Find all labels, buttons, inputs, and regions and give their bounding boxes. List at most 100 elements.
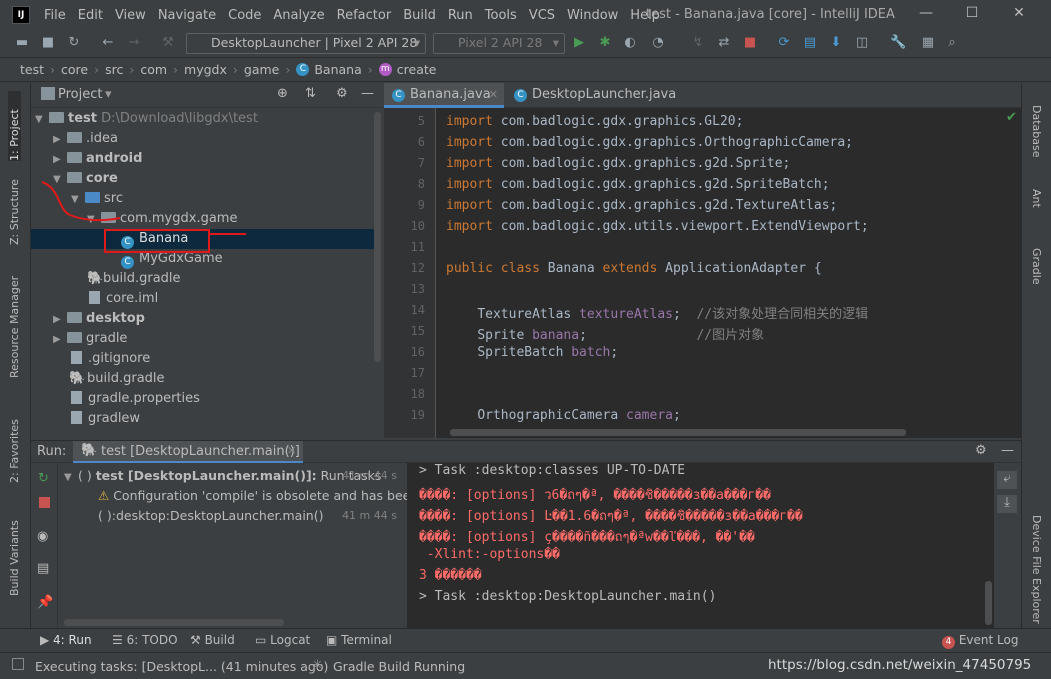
tool-window-structure[interactable]: Z: Structure (8, 175, 21, 245)
tool-window-ant[interactable]: Ant (1030, 189, 1043, 219)
tool-tab-run[interactable]: ▶ 4: Run (40, 633, 92, 647)
breadcrumb-com[interactable]: com (140, 62, 167, 77)
avd-manager-icon[interactable]: ▤ (802, 35, 818, 51)
menu-refactor[interactable]: Refactor (331, 8, 398, 23)
status-left-text[interactable]: Executing tasks: [DesktopL... (41 minute… (35, 659, 328, 674)
breadcrumb-create[interactable]: create (397, 62, 437, 77)
back-icon[interactable]: ← (100, 35, 116, 51)
tool-window-favorites[interactable]: 2: Favorites (8, 418, 21, 483)
sdk-manager-icon[interactable]: ⬇ (828, 35, 844, 51)
run-config-select[interactable]: DesktopLauncher | Pixel 2 API 28 ▾ (186, 33, 426, 54)
status-progress-text[interactable]: Gradle Build Running (333, 659, 465, 674)
menu-window[interactable]: Window (561, 8, 624, 23)
soft-wrap-icon[interactable]: ⤶ (997, 471, 1017, 489)
gear-icon[interactable]: ⚙ (975, 443, 987, 458)
profile-icon[interactable]: ◔ (650, 35, 666, 51)
menu-build[interactable]: Build (397, 8, 442, 23)
run-tab[interactable]: 🐘 test [DesktopLauncher.main()] ✕ (73, 441, 303, 463)
tool-window-build-variants[interactable]: Build Variants (8, 516, 21, 596)
breadcrumb-core[interactable]: core (61, 62, 88, 77)
tree-node-gradle[interactable]: ▶ gradle (31, 329, 376, 349)
sync-icon[interactable]: ↻ (66, 35, 82, 51)
code-editor[interactable]: 5 6 7 8 9 10 11 12 13 14 15 16 17 18 19 import com.bad… (384, 108, 1021, 438)
breadcrumb-test[interactable]: test (20, 62, 44, 77)
menu-analyze[interactable]: Analyze (267, 8, 330, 23)
close-tab-icon[interactable]: ✕ (489, 83, 498, 107)
editor-hscrollbar[interactable] (450, 429, 906, 436)
layout-toggle-icon[interactable] (12, 658, 24, 670)
open-folder-icon[interactable]: ▬ (14, 35, 30, 51)
tool-window-device-file-explorer[interactable]: Device File Explorer (1030, 515, 1043, 625)
event-log-button[interactable]: 4 Event Log (942, 633, 1018, 649)
tree-node-root-build-gradle[interactable]: 🐘 build.gradle (31, 369, 376, 389)
tree-node-idea[interactable]: ▶ .idea (31, 129, 376, 149)
attach-debugger-icon[interactable]: ⇄ (716, 35, 732, 51)
breadcrumb-game[interactable]: game (244, 62, 279, 77)
search-icon[interactable]: ⌕ (944, 35, 960, 51)
tree-node-build-gradle[interactable]: 🐘build.gradle (31, 269, 376, 289)
pin-icon[interactable]: 📌 (37, 595, 53, 610)
breadcrumb-src[interactable]: src (105, 62, 123, 77)
tab-banana-java[interactable]: C Banana.java ✕ (384, 83, 504, 108)
locate-icon[interactable]: ⊕ (277, 86, 288, 101)
tool-window-database[interactable]: Database (1030, 105, 1043, 165)
tree-node-android[interactable]: ▶ android (31, 149, 376, 169)
debug-icon[interactable]: ✱ (597, 35, 613, 51)
project-view-select[interactable]: Project (58, 87, 102, 102)
tree-scrollbar[interactable] (374, 112, 381, 362)
menu-code[interactable]: Code (222, 8, 267, 23)
breadcrumb-banana[interactable]: Banana (314, 62, 361, 77)
hide-icon[interactable]: — (1001, 443, 1014, 458)
menu-navigate[interactable]: Navigate (152, 8, 222, 23)
tree-node-desktop[interactable]: ▶ desktop (31, 309, 376, 329)
run-tree-root[interactable]: ▼( ) test [DesktopLauncher.main()]: Run … (58, 466, 403, 486)
console-output[interactable]: > Task :desktop:classes UP-TO-DATE ����:… (407, 463, 994, 628)
project-structure-icon[interactable]: ▦ (920, 35, 936, 51)
stop-icon[interactable] (39, 497, 50, 508)
run-tree-task[interactable]: ( ):desktop:DesktopLauncher.main() 41 m … (58, 506, 403, 526)
tool-tab-terminal[interactable]: ▣ Terminal (326, 633, 392, 647)
breadcrumb-mygdx[interactable]: mygdx (184, 62, 227, 77)
stop-icon[interactable]: ■ (742, 35, 758, 51)
layout-inspector-icon[interactable]: ◫ (854, 35, 870, 51)
menu-vcs[interactable]: VCS (523, 8, 561, 23)
run-icon[interactable]: ▶ (571, 35, 587, 51)
close-tab-icon[interactable]: ✕ (287, 444, 296, 457)
menu-tools[interactable]: Tools (479, 8, 523, 23)
settings-wrench-icon[interactable]: 🔧 (890, 35, 906, 51)
hide-icon[interactable]: — (361, 86, 374, 101)
gear-icon[interactable]: ⚙ (336, 86, 348, 101)
tool-window-resource-manager[interactable]: Resource Manager (8, 276, 21, 378)
scroll-to-end-icon[interactable]: ⤓ (997, 495, 1017, 513)
coverage-icon[interactable]: ◐ (622, 35, 638, 51)
layout-icon[interactable]: ▤ (37, 561, 49, 576)
menu-run[interactable]: Run (442, 8, 479, 23)
gradle-sync-icon[interactable]: ⟳ (776, 35, 792, 51)
eye-icon[interactable]: ◉ (37, 529, 48, 544)
tree-node-gitignore[interactable]: .gitignore (31, 349, 376, 369)
tool-tab-logcat[interactable]: ▭ Logcat (255, 633, 310, 647)
collapse-all-icon[interactable]: ⇅ (305, 86, 316, 101)
rerun-icon[interactable]: ↻ (38, 471, 49, 486)
tree-node-gradle-properties[interactable]: gradle.properties (31, 389, 376, 409)
maximize-icon[interactable]: ☐ (962, 5, 982, 21)
close-icon[interactable]: ✕ (1009, 5, 1029, 21)
run-tree-hscrollbar[interactable] (64, 619, 284, 626)
tree-node-core-iml[interactable]: core.iml (31, 289, 376, 309)
tool-window-project[interactable]: 1: Project (8, 91, 21, 161)
menu-view[interactable]: View (109, 8, 152, 23)
console-scrollbar[interactable] (985, 581, 992, 625)
hammer-icon[interactable]: ⚒ (160, 35, 176, 51)
apply-changes-icon[interactable]: ↯ (690, 35, 706, 51)
tool-tab-todo[interactable]: ☰ 6: TODO (112, 633, 178, 647)
tool-tab-build[interactable]: ⚒ Build (190, 633, 235, 647)
tool-window-gradle[interactable]: Gradle (1030, 248, 1043, 298)
device-select[interactable]: Pixel 2 API 28 ▾ (433, 33, 565, 54)
tab-desktoplauncher-java[interactable]: C DesktopLauncher.java ✕ (506, 83, 676, 125)
menu-file[interactable]: File (38, 8, 72, 23)
minimize-icon[interactable]: — (916, 5, 936, 21)
chevron-down-icon[interactable]: ▾ (105, 87, 112, 102)
run-tree-warning[interactable]: ⚠ Configuration 'compile' is obsolete an… (58, 486, 418, 506)
menu-edit[interactable]: Edit (72, 8, 109, 23)
forward-icon[interactable]: → (126, 35, 142, 51)
